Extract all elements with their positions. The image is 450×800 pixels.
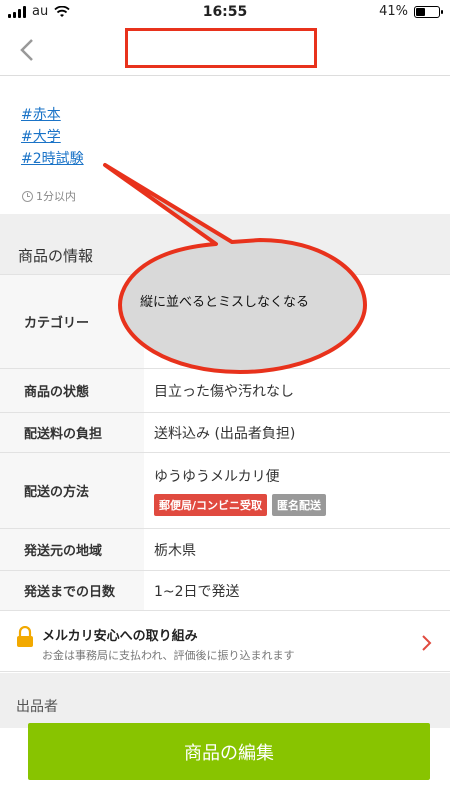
safety-title: メルカリ安心への取り組み <box>42 629 198 644</box>
shipping-method-value: ゆうゆうメルカリ便 <box>154 468 280 485</box>
seller-heading: 出品者 <box>16 699 58 715</box>
nav-bar <box>0 24 450 76</box>
table-row-days: 発送までの日数 1~2日で発送 <box>0 571 450 611</box>
row-label: 配送の方法 <box>0 453 144 528</box>
edit-item-button[interactable]: 商品の編集 <box>28 723 430 780</box>
chevron-right-icon[interactable] <box>420 633 434 653</box>
row-value: 送料込み (出品者負担) <box>154 425 296 442</box>
pickup-badge: 郵便局/コンビニ受取 <box>154 493 268 516</box>
annotation-text: 縦に並べるとミスしなくなる <box>140 295 310 310</box>
row-value: 1~2日で発送 <box>154 583 240 600</box>
row-value-group: ゆうゆうメルカリ便 郵便局/コンビニ受取 匿名配送 <box>144 453 450 528</box>
row-label: 発送元の地域 <box>0 529 144 570</box>
badge-group: 郵便局/コンビニ受取 匿名配送 <box>154 493 450 516</box>
hashtag-link[interactable]: #2時試験 <box>21 148 84 170</box>
table-row-category: カテゴリー <box>0 275 450 369</box>
redacted-title-box <box>125 28 317 68</box>
row-label: 配送料の負担 <box>0 413 144 452</box>
posted-time: 1分以内 <box>22 188 76 204</box>
clock-icon <box>22 190 33 202</box>
status-right: 41% <box>379 4 443 19</box>
back-button[interactable] <box>12 34 42 66</box>
row-label: カテゴリー <box>0 275 144 368</box>
table-row-ship-from: 発送元の地域 栃木県 <box>0 529 450 571</box>
battery-icon <box>414 5 443 18</box>
hashtag-link[interactable]: #大学 <box>21 126 84 148</box>
posted-time-label: 1分以内 <box>36 190 76 203</box>
row-value <box>144 275 450 368</box>
section-title: 商品の情報 <box>18 247 94 265</box>
row-value: 栃木県 <box>154 542 196 559</box>
chevron-left-icon <box>20 39 33 61</box>
row-label: 商品の状態 <box>0 369 144 412</box>
safety-subtitle: お金は事務局に支払われ、評価後に振り込まれます <box>42 649 295 662</box>
table-row-shipping-method: 配送の方法 ゆうゆうメルカリ便 郵便局/コンビニ受取 匿名配送 <box>0 453 450 529</box>
status-bar: au 16:55 41% <box>0 0 450 24</box>
anonymous-badge: 匿名配送 <box>272 493 327 516</box>
row-value: 目立った傷や汚れなし <box>154 383 294 400</box>
table-row-shipping-fee: 配送料の負担 送料込み (出品者負担) <box>0 413 450 453</box>
hashtag-link[interactable]: #赤本 <box>21 104 84 126</box>
item-info-table: カテゴリー 商品の状態 目立った傷や汚れなし 配送料の負担 送料込み (出品者負… <box>0 274 450 611</box>
row-label: 発送までの日数 <box>0 571 144 610</box>
table-row-condition: 商品の状態 目立った傷や汚れなし <box>0 369 450 413</box>
hashtag-list: #赤本 #大学 #2時試験 <box>21 104 84 170</box>
seller-section-bg <box>0 673 450 728</box>
lock-icon <box>17 626 33 647</box>
battery-percent: 41% <box>379 4 408 19</box>
